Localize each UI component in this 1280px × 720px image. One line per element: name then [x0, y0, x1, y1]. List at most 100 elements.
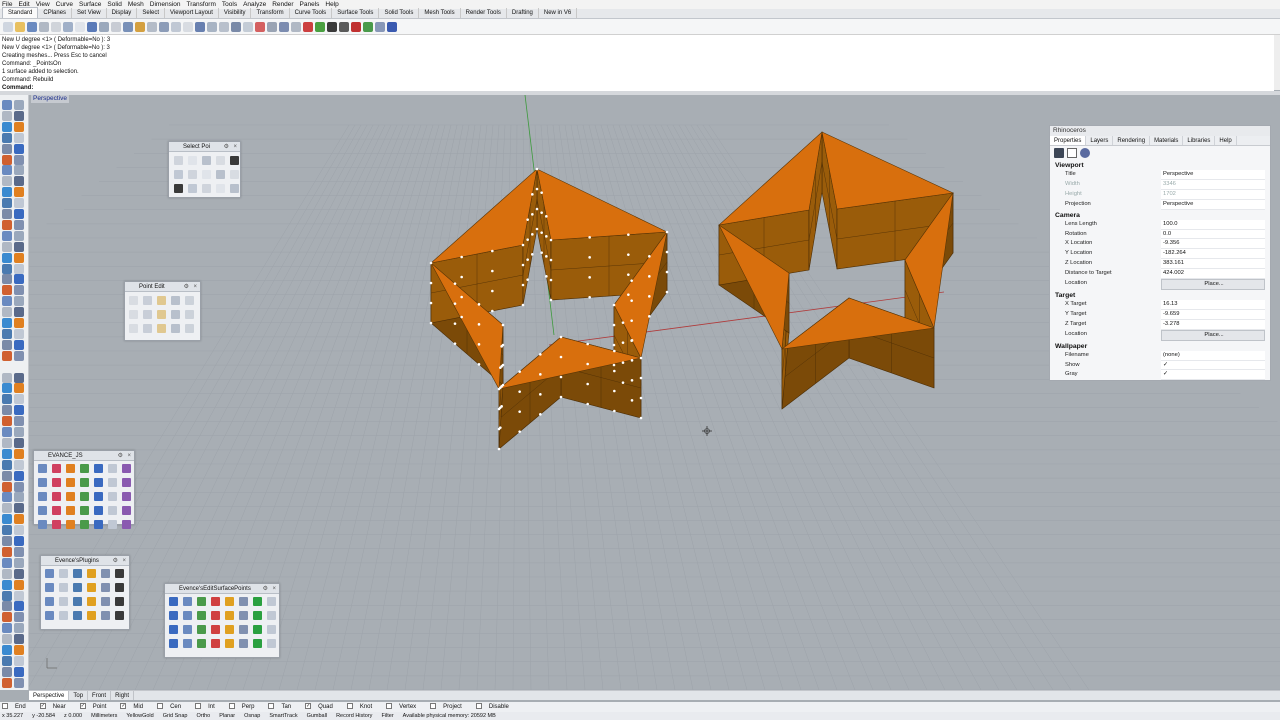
panel-tool-icon[interactable]: [197, 625, 206, 634]
panel-tool-icon[interactable]: [73, 611, 82, 620]
panel-tool-icon[interactable]: [80, 478, 89, 487]
panel-tool-icon[interactable]: [211, 611, 220, 620]
tool-icon[interactable]: [14, 492, 24, 503]
tool-icon[interactable]: [14, 198, 24, 209]
toolbar-button-icon[interactable]: [243, 21, 253, 32]
panel-tool-icon[interactable]: [87, 597, 96, 606]
toolbar-tab[interactable]: Visibility: [219, 8, 252, 18]
status-item[interactable]: z 0.000: [64, 712, 82, 720]
tool-icon[interactable]: [2, 187, 12, 198]
panel-tool-icon[interactable]: [185, 296, 194, 305]
panel-tool-icon[interactable]: [267, 611, 276, 620]
gear-icon[interactable]: ⚙: [224, 142, 229, 152]
tool-icon[interactable]: [14, 187, 24, 198]
tool-icon[interactable]: [2, 143, 12, 154]
tool-icon[interactable]: [14, 350, 24, 361]
checkbox-icon[interactable]: [157, 703, 164, 710]
toolbar-button-icon[interactable]: [231, 21, 241, 32]
checkbox-icon[interactable]: ✓: [305, 703, 312, 710]
toolbar-button-icon[interactable]: [15, 21, 25, 32]
toolbar-button-icon[interactable]: [219, 21, 229, 32]
place-button[interactable]: Place...: [1161, 329, 1265, 341]
properties-value[interactable]: 424.002: [1161, 269, 1265, 280]
toolbar-tab[interactable]: CPlanes: [38, 8, 73, 18]
tool-icon[interactable]: [2, 252, 12, 263]
tool-icon[interactable]: [2, 394, 12, 405]
panel-tool-icon[interactable]: [52, 506, 61, 515]
tool-icon[interactable]: [2, 492, 12, 503]
toolbar-button-icon[interactable]: [87, 21, 97, 32]
tool-icon[interactable]: [14, 405, 24, 416]
properties-value[interactable]: -9.659: [1161, 309, 1265, 320]
tool-icon[interactable]: [14, 623, 24, 634]
tool-icon[interactable]: [14, 568, 24, 579]
panel-tool-icon[interactable]: [122, 464, 131, 473]
panel-tool-icon[interactable]: [143, 310, 152, 319]
properties-value[interactable]: -9.356: [1161, 239, 1265, 250]
tool-icon[interactable]: [2, 579, 12, 590]
status-item[interactable]: YellowGold: [126, 712, 153, 720]
panel-tool-icon[interactable]: [225, 639, 234, 648]
panel-tool-icon[interactable]: [174, 184, 183, 193]
menu-item[interactable]: Panels: [300, 1, 320, 8]
camera-icon[interactable]: [1054, 148, 1064, 158]
tool-icon[interactable]: [14, 165, 24, 176]
panel-tool-icon[interactable]: [157, 296, 166, 305]
panel-tool-icon[interactable]: [66, 506, 75, 515]
tool-icon[interactable]: [14, 100, 24, 110]
panel-tool-icon[interactable]: [122, 478, 131, 487]
tool-icon[interactable]: [14, 448, 24, 459]
tool-icon[interactable]: [2, 666, 12, 677]
properties-value[interactable]: 383.161: [1161, 259, 1265, 270]
panel-tool-icon[interactable]: [87, 583, 96, 592]
panel-tool-icon[interactable]: [188, 170, 197, 179]
toolbar-button-icon[interactable]: [255, 21, 265, 32]
panel-tool-icon[interactable]: [115, 569, 124, 578]
status-item[interactable]: SmartTrack: [269, 712, 297, 720]
toolbar-button-icon[interactable]: [339, 21, 349, 32]
toolbar-button-icon[interactable]: [327, 21, 337, 32]
panel-tool-icon[interactable]: [38, 492, 47, 501]
osnap-toggle[interactable]: Tan: [268, 702, 298, 712]
tool-icon[interactable]: [14, 132, 24, 143]
place-button[interactable]: Place...: [1161, 279, 1265, 290]
panel-tool-icon[interactable]: [38, 478, 47, 487]
status-item[interactable]: Ortho: [196, 712, 210, 720]
panel-tool-icon[interactable]: [225, 625, 234, 634]
osnap-toggle[interactable]: ✓ Point: [79, 702, 114, 712]
panel-tool-icon[interactable]: [239, 639, 248, 648]
tool-icon[interactable]: [2, 198, 12, 209]
panel-tool-icon[interactable]: [253, 625, 262, 634]
panel-tool-icon[interactable]: [66, 478, 75, 487]
osnap-toggle[interactable]: End: [2, 702, 33, 712]
toolbar-tab[interactable]: Display: [107, 8, 138, 18]
panel-tool-icon[interactable]: [59, 583, 68, 592]
tool-icon[interactable]: [14, 416, 24, 427]
tool-icon[interactable]: [14, 209, 24, 219]
tool-icon[interactable]: [14, 110, 24, 121]
panel-tool-icon[interactable]: [59, 597, 68, 606]
toolbar-button-icon[interactable]: [303, 21, 313, 32]
toolbar-tab[interactable]: Set View: [72, 8, 107, 18]
panel-tool-icon[interactable]: [45, 569, 54, 578]
tool-icon[interactable]: [14, 339, 24, 350]
tool-icon[interactable]: [14, 274, 24, 285]
panel-tool-icon[interactable]: [225, 611, 234, 620]
tool-icon[interactable]: [2, 121, 12, 132]
tool-icon[interactable]: [14, 655, 24, 666]
menu-item[interactable]: Render: [272, 1, 293, 8]
status-item[interactable]: Filter: [381, 712, 393, 720]
menu-item[interactable]: Dimension: [150, 1, 181, 8]
checkbox-icon[interactable]: [346, 703, 353, 710]
properties-value[interactable]: Perspective: [1161, 199, 1265, 210]
panel-tool-icon[interactable]: [183, 625, 192, 634]
tool-icon[interactable]: [14, 328, 24, 339]
status-item[interactable]: Grid Snap: [163, 712, 188, 720]
panel-tool-icon[interactable]: [38, 520, 47, 529]
tool-icon[interactable]: [14, 514, 24, 525]
panel-tool-icon[interactable]: [183, 639, 192, 648]
toolbar-button-icon[interactable]: [183, 21, 193, 32]
panel-tool-icon[interactable]: [66, 464, 75, 473]
tool-icon[interactable]: [2, 230, 12, 241]
tool-icon[interactable]: [2, 437, 12, 448]
